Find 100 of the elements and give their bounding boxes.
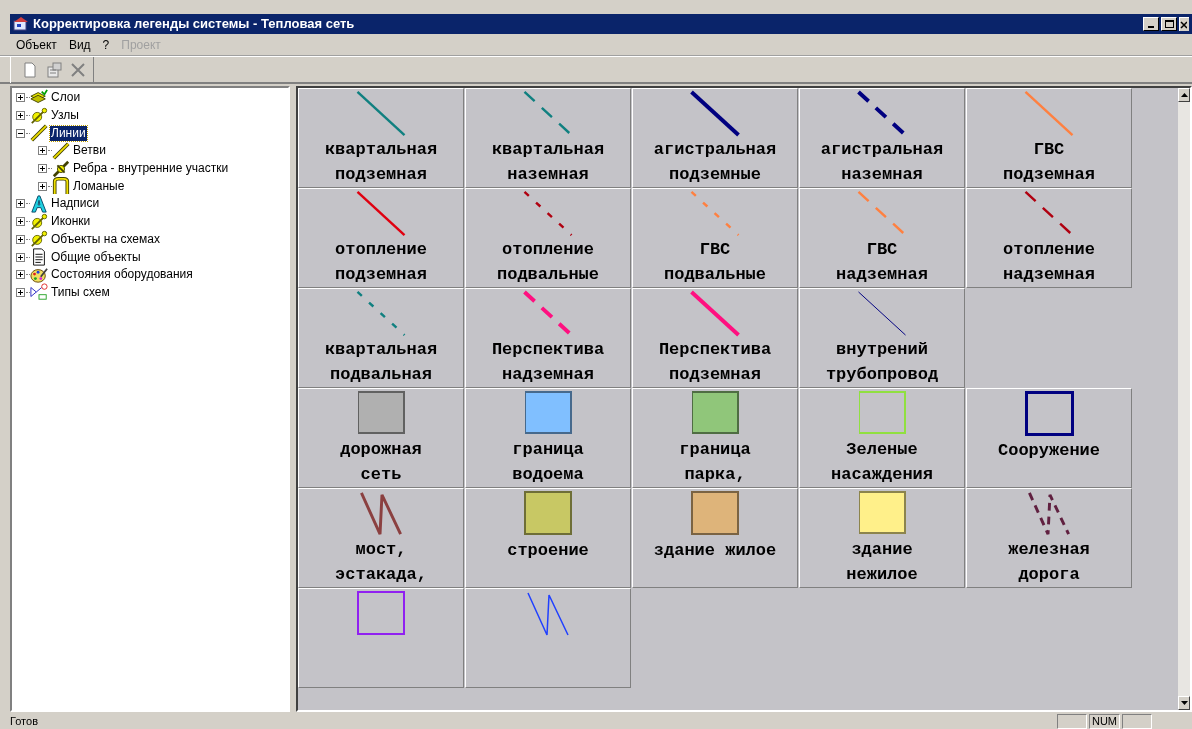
legend-cell[interactable]: Перспектива подземная <box>632 288 798 388</box>
polyline-icon <box>52 177 70 196</box>
legend-label: агистральная <box>820 139 944 161</box>
legend-label: надземная <box>1003 264 1095 286</box>
node-icon <box>30 212 48 231</box>
expand-toggle[interactable] <box>16 270 25 280</box>
legend-cell[interactable]: агистральная наземная <box>799 88 965 188</box>
legend-cell[interactable]: квартальная подвальная <box>298 288 464 388</box>
tree-item[interactable]: Состояния оборудования <box>50 267 194 283</box>
legend-cell[interactable]: мост, эстакада, <box>298 488 464 588</box>
document-icon <box>30 248 48 267</box>
legend-label: трубопровод <box>825 364 939 386</box>
menu-item[interactable]: Вид <box>68 35 91 54</box>
legend-cell[interactable]: отопление подвальные <box>465 188 631 288</box>
legend-label: эстакада, <box>335 564 427 586</box>
legend-cell[interactable]: внутрений трубопровод <box>799 288 965 388</box>
down-arrow-icon <box>1180 701 1188 705</box>
legend-label: парка, <box>684 464 746 486</box>
legend-cell[interactable]: Сооружение <box>966 388 1132 488</box>
tree-item[interactable]: Ребра - внутренние участки <box>72 161 230 177</box>
properties-icon <box>46 61 62 78</box>
expand-toggle[interactable] <box>16 287 25 297</box>
legend-cell[interactable] <box>465 588 631 688</box>
legend-cell[interactable]: квартальная подземная <box>298 88 464 188</box>
maximize-button[interactable] <box>1161 17 1177 31</box>
expand-toggle[interactable] <box>16 217 25 227</box>
legend-label: отопление <box>1003 239 1095 261</box>
legend-cell[interactable]: железная дорога <box>966 488 1132 588</box>
tree-item[interactable]: Надписи <box>50 196 101 212</box>
legend-cell[interactable]: строение <box>465 488 631 588</box>
legend-label: подвальные <box>497 264 599 286</box>
legend-cell[interactable]: квартальная наземная <box>465 88 631 188</box>
legend-label: подвальные <box>664 264 766 286</box>
legend-label: дорожная <box>340 439 422 461</box>
legend-cell[interactable]: дорожная сеть <box>298 388 464 488</box>
legend-label: Перспектива <box>491 339 605 361</box>
legend-label: отопление <box>335 239 427 261</box>
minimize-button[interactable] <box>1143 17 1159 31</box>
legend-cell[interactable]: здание нежилое <box>799 488 965 588</box>
expand-toggle[interactable] <box>38 181 47 191</box>
scrollbar[interactable] <box>1178 88 1190 710</box>
legend-cell[interactable]: отопление надземная <box>966 188 1132 288</box>
tree-item[interactable]: Ветви <box>72 143 107 159</box>
legend-label: строение <box>507 540 589 562</box>
menu-item[interactable]: ? <box>102 35 110 54</box>
legend-cell[interactable]: Зеленые насаждения <box>799 388 965 488</box>
menu-item[interactable]: Объект <box>16 35 57 54</box>
schema-icon <box>30 283 48 302</box>
collapse-toggle[interactable] <box>16 128 25 138</box>
scroll-up-button[interactable] <box>1178 88 1190 102</box>
legend-label: сеть <box>360 464 402 486</box>
legend-label: квартальная <box>324 139 438 161</box>
tree-item[interactable]: Объекты на схемах <box>50 231 161 247</box>
scroll-down-button[interactable] <box>1178 696 1190 710</box>
tree-item[interactable]: Иконки <box>50 214 92 230</box>
expand-toggle[interactable] <box>16 199 25 209</box>
legend-cell[interactable]: ГВС надземная <box>799 188 965 288</box>
legend-cell[interactable]: Перспектива надземная <box>465 288 631 388</box>
tree-item[interactable]: Общие объекты <box>50 249 142 265</box>
expand-toggle[interactable] <box>38 164 47 174</box>
legend-cell[interactable]: граница водоема <box>465 388 631 488</box>
new-document-icon <box>22 61 38 78</box>
legend-label: дорога <box>1018 564 1080 586</box>
palette-icon <box>30 265 48 284</box>
window-title: Корректировка легенды системы - Тепловая сеть <box>33 15 356 34</box>
tree-item[interactable]: Ломаные <box>72 178 126 194</box>
legend-cell[interactable]: ГВС подземная <box>966 88 1132 188</box>
legend-label: подземная <box>335 264 427 286</box>
legend-label: здание <box>851 539 913 561</box>
expand-toggle[interactable] <box>16 234 25 244</box>
legend-label: ГВС <box>699 239 731 261</box>
legend-cell[interactable]: агистральная подземные <box>632 88 798 188</box>
tree-item[interactable]: Типы схем <box>50 284 111 300</box>
legend-label: квартальная <box>324 339 438 361</box>
app-icon <box>13 17 29 31</box>
status-message: Готов <box>10 713 39 729</box>
legend-cell[interactable]: отопление подземная <box>298 188 464 288</box>
legend-label: Зеленые <box>846 439 918 461</box>
node-icon <box>30 106 48 125</box>
expand-toggle[interactable] <box>16 93 25 103</box>
legend-cell[interactable]: граница парка, <box>632 388 798 488</box>
edge-icon <box>52 159 70 178</box>
tree-item[interactable]: Слои <box>50 90 82 106</box>
close-button[interactable] <box>1179 17 1189 31</box>
expand-toggle[interactable] <box>38 146 47 156</box>
tree-item[interactable]: Линии <box>50 125 87 141</box>
legend-cell[interactable]: здание жилое <box>632 488 798 588</box>
legend-cell[interactable]: ГВС подвальные <box>632 188 798 288</box>
expand-toggle[interactable] <box>16 252 25 262</box>
legend-cell[interactable] <box>298 588 464 688</box>
legend-label: отопление <box>502 239 594 261</box>
legend-label: граница <box>679 439 751 461</box>
delete-icon <box>70 61 86 78</box>
expand-toggle[interactable] <box>16 111 25 121</box>
legend-label: квартальная <box>491 139 605 161</box>
legend-label: железная <box>1008 539 1090 561</box>
legend-label: подземная <box>335 164 427 186</box>
legend-label: ГВС <box>866 239 898 261</box>
tree-item[interactable]: Узлы <box>50 108 80 124</box>
legend-label: нежилое <box>846 564 918 586</box>
